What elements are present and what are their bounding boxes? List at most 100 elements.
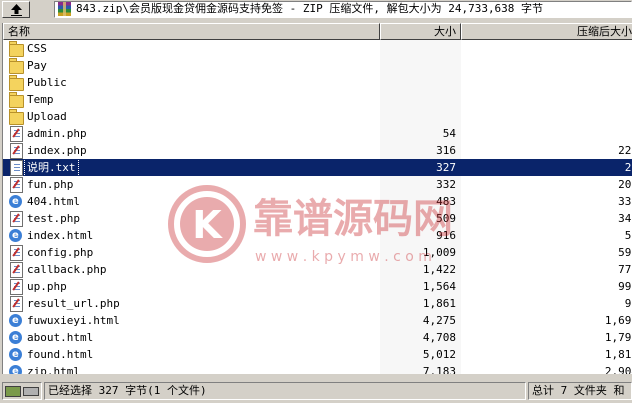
column-header-size[interactable]: 大小 bbox=[380, 23, 461, 40]
text-file-icon bbox=[9, 160, 23, 176]
file-row[interactable]: e 404.html 483 332 bbox=[3, 193, 632, 210]
drive-icon[interactable] bbox=[5, 386, 21, 397]
php-file-icon bbox=[9, 279, 23, 295]
path-bar: 843.zip\会员版现金贷佣金源码支持免签 - ZIP 压缩文件, 解包大小为… bbox=[0, 0, 632, 19]
file-row[interactable]: test.php 509 348 bbox=[3, 210, 632, 227]
status-total: 总计 7 文件夹 和 bbox=[528, 382, 632, 400]
folder-icon bbox=[9, 41, 24, 57]
php-file-icon bbox=[9, 211, 23, 227]
html-file-icon: e bbox=[9, 228, 23, 243]
file-list[interactable]: 名称 大小 压缩后大小 CSS Pay Public Temp Upload admin.… bbox=[2, 23, 632, 374]
file-name: result_url.php bbox=[27, 297, 120, 310]
file-size: 332 bbox=[436, 178, 456, 191]
php-file-icon bbox=[9, 296, 23, 312]
file-name: found.html bbox=[27, 348, 94, 361]
file-size: 4,275 bbox=[422, 314, 456, 327]
file-packed-size: 1,790 bbox=[604, 331, 632, 344]
folder-icon bbox=[9, 75, 24, 91]
file-row[interactable]: e about.html 4,708 1,790 bbox=[3, 329, 632, 346]
html-file-icon: e bbox=[9, 347, 23, 362]
file-row[interactable]: index.php 316 220 bbox=[3, 142, 632, 159]
file-name: zip.html bbox=[27, 365, 80, 374]
file-size: 7,183 bbox=[422, 365, 456, 374]
file-size: 483 bbox=[436, 195, 456, 208]
file-row[interactable]: config.php 1,009 593 bbox=[3, 244, 632, 261]
file-row[interactable]: Upload bbox=[3, 108, 632, 125]
file-packed-size: 1,693 bbox=[604, 314, 632, 327]
folder-icon bbox=[9, 58, 24, 74]
file-size: 916 bbox=[436, 229, 456, 242]
file-packed-size: 332 bbox=[618, 195, 632, 208]
key-icon[interactable] bbox=[23, 387, 39, 396]
file-row[interactable]: fun.php 332 205 bbox=[3, 176, 632, 193]
column-header-name[interactable]: 名称 bbox=[3, 23, 380, 40]
file-row[interactable]: Pay bbox=[3, 57, 632, 74]
file-packed-size: 53 bbox=[624, 229, 632, 242]
html-file-icon: e bbox=[9, 364, 23, 374]
file-size: 1,009 bbox=[422, 246, 456, 259]
file-row[interactable]: e found.html 5,012 1,819 bbox=[3, 346, 632, 363]
file-name: Pay bbox=[27, 59, 47, 72]
file-size: 327 bbox=[436, 161, 456, 174]
file-packed-size: 2,904 bbox=[604, 365, 632, 374]
status-icons bbox=[2, 382, 42, 400]
file-packed-size: 96 bbox=[624, 297, 632, 310]
file-row[interactable]: result_url.php 1,861 96 bbox=[3, 295, 632, 312]
html-file-icon: e bbox=[9, 194, 23, 209]
file-packed-size: 348 bbox=[618, 212, 632, 225]
file-name: up.php bbox=[27, 280, 67, 293]
file-name: admin.php bbox=[27, 127, 87, 140]
up-folder-button[interactable] bbox=[2, 1, 30, 18]
file-name: fun.php bbox=[27, 178, 74, 191]
file-row[interactable]: e zip.html 7,183 2,904 bbox=[3, 363, 632, 374]
file-row[interactable]: admin.php 54 5 bbox=[3, 125, 632, 142]
winrar-archive-icon bbox=[58, 2, 71, 16]
file-packed-size: 5 bbox=[461, 125, 632, 142]
archive-path-text: 843.zip\会员版现金贷佣金源码支持免签 - ZIP 压缩文件, 解包大小为… bbox=[76, 2, 544, 15]
file-name: config.php bbox=[27, 246, 94, 259]
file-row[interactable]: up.php 1,564 990 bbox=[3, 278, 632, 295]
file-name: Upload bbox=[27, 110, 67, 123]
file-row[interactable]: e index.html 916 53 bbox=[3, 227, 632, 244]
html-file-icon: e bbox=[9, 313, 23, 328]
file-size: 316 bbox=[436, 144, 456, 157]
file-row[interactable]: e fuwuxieyi.html 4,275 1,693 bbox=[3, 312, 632, 329]
file-packed-size: 205 bbox=[618, 178, 632, 191]
file-size: 1,861 bbox=[422, 297, 456, 310]
php-file-icon bbox=[9, 245, 23, 261]
php-file-icon bbox=[9, 262, 23, 278]
file-size: 509 bbox=[436, 212, 456, 225]
file-name: fuwuxieyi.html bbox=[27, 314, 120, 327]
folder-icon bbox=[9, 92, 24, 108]
php-file-icon bbox=[9, 143, 23, 159]
file-name: 说明.txt bbox=[24, 158, 79, 177]
file-size: 5,012 bbox=[422, 348, 456, 361]
file-row[interactable]: Public bbox=[3, 74, 632, 91]
html-file-icon: e bbox=[9, 330, 23, 345]
file-row[interactable]: CSS bbox=[3, 40, 632, 57]
file-name: Temp bbox=[27, 93, 54, 106]
status-bar: 已经选择 327 字节(1 个文件) 总计 7 文件夹 和 bbox=[0, 380, 632, 403]
php-file-icon bbox=[9, 126, 23, 142]
file-packed-size: 220 bbox=[618, 144, 632, 157]
column-header-packed[interactable]: 压缩后大小 bbox=[461, 23, 632, 40]
file-row[interactable]: 说明.txt 327 27 bbox=[3, 158, 632, 177]
file-packed-size: 27 bbox=[624, 161, 632, 174]
file-name: CSS bbox=[27, 42, 47, 55]
file-name: test.php bbox=[27, 212, 80, 225]
file-name: index.html bbox=[27, 229, 94, 242]
file-size: 1,422 bbox=[422, 263, 456, 276]
file-size: 54 bbox=[442, 127, 456, 140]
status-selection: 已经选择 327 字节(1 个文件) bbox=[44, 382, 526, 400]
file-name: callback.php bbox=[27, 263, 107, 276]
file-size: 1,564 bbox=[422, 280, 456, 293]
file-row[interactable]: callback.php 1,422 770 bbox=[3, 261, 632, 278]
file-name: about.html bbox=[27, 331, 94, 344]
file-row[interactable]: Temp bbox=[3, 91, 632, 108]
file-name: index.php bbox=[27, 144, 87, 157]
file-packed-size: 990 bbox=[618, 280, 632, 293]
file-packed-size: 770 bbox=[618, 263, 632, 276]
php-file-icon bbox=[9, 177, 23, 193]
up-arrow-icon bbox=[11, 4, 22, 16]
file-packed-size: 593 bbox=[618, 246, 632, 259]
